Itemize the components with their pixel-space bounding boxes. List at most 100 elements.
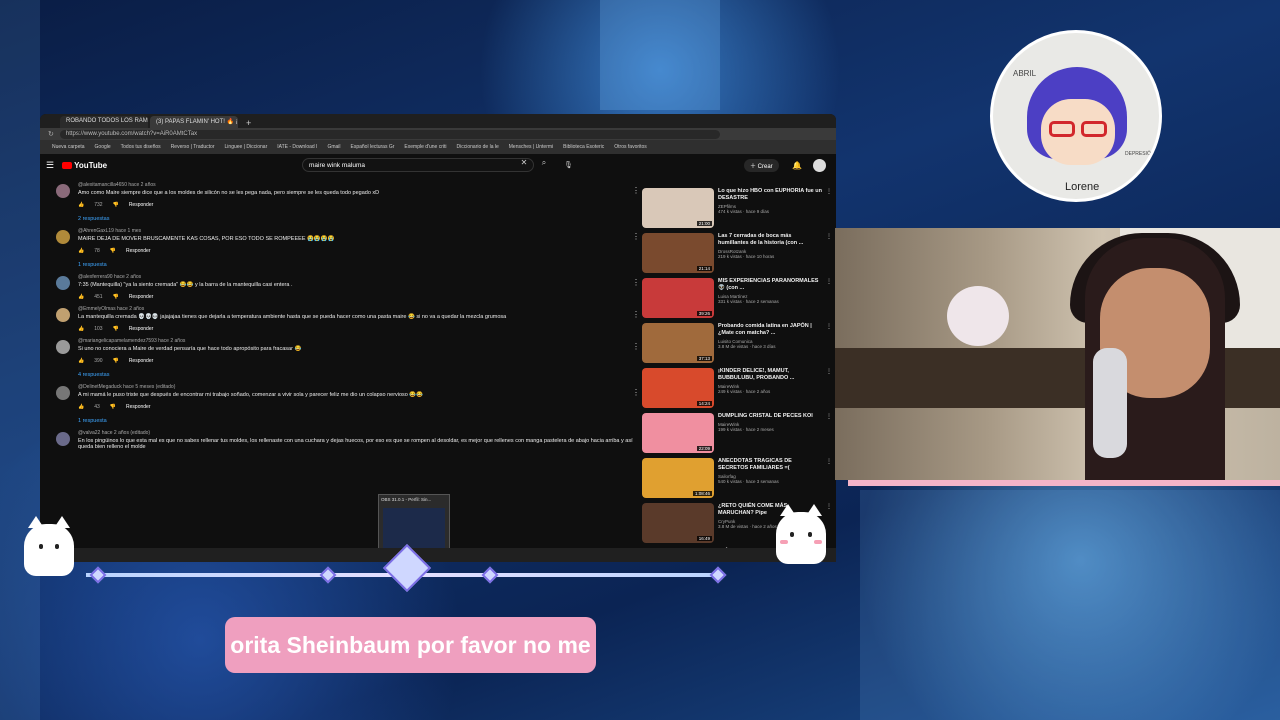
account-avatar[interactable] — [813, 158, 826, 172]
clear-search-icon[interactable]: ✕ — [516, 158, 532, 172]
cat-blush — [780, 540, 788, 544]
video-thumbnail[interactable]: 37:13 — [642, 323, 714, 363]
obs-preview-popup[interactable]: OBS 31.0.1 - Perfil: Sin... — [378, 494, 450, 552]
notifications-icon[interactable]: 🔔 — [792, 161, 802, 170]
like-icon[interactable]: 👍 — [78, 248, 84, 254]
replies-toggle[interactable]: 2 respuestas — [78, 216, 640, 222]
more-options-icon[interactable]: ⋮ — [826, 368, 832, 411]
commenter-avatar[interactable] — [56, 432, 70, 446]
more-options-icon[interactable]: ⋮ — [632, 186, 640, 195]
more-options-icon[interactable]: ⋮ — [826, 188, 832, 231]
search-icon[interactable]: ⌕ — [536, 158, 552, 172]
bookmark[interactable]: Linguee | Diccionar — [225, 144, 268, 150]
subtitle-caption: orita Sheinbaum por favor no me — [225, 617, 596, 673]
youtube-logo[interactable]: YouTube — [62, 161, 107, 170]
bookmark[interactable]: Biblioteca Esoteric — [563, 144, 604, 150]
like-icon[interactable]: 👍 — [78, 404, 84, 410]
reply-button[interactable]: Responder — [126, 404, 150, 410]
related-video[interactable]: 1:08:46 ANECDOTAS TRAGICAS DE SECRETOS FA… — [642, 458, 832, 501]
bookmark[interactable]: IATE - Download I — [277, 144, 317, 150]
video-meta: 474 k vistas · hace 9 días — [718, 209, 770, 214]
video-thumbnail[interactable]: 22:09 — [642, 413, 714, 453]
cat-ear — [28, 516, 44, 528]
search-input[interactable]: maire wink maluma — [302, 158, 534, 172]
bookmark[interactable]: Mensches | Untermi — [509, 144, 553, 150]
chat-ornament — [86, 543, 727, 593]
video-title[interactable]: DUMPLING CRISTAL DE PECES KOI — [718, 413, 822, 420]
mic-icon[interactable]: 🎙 — [564, 161, 573, 169]
bookmark[interactable]: Español lecturas Gr — [351, 144, 395, 150]
dislike-icon[interactable]: 👎 — [110, 248, 116, 254]
commenter-avatar[interactable] — [56, 340, 70, 354]
replies-toggle[interactable]: 4 respuestas — [78, 372, 640, 378]
related-video[interactable]: 37:13 Probando comida latina en JAPÓN | ¿… — [642, 323, 832, 366]
more-options-icon[interactable]: ⋮ — [826, 503, 832, 546]
video-title[interactable]: Lo que hizo HBO con EUPHORIA fue un DESA… — [718, 188, 822, 202]
dislike-icon[interactable]: 👎 — [113, 202, 119, 208]
browser-tab[interactable]: ROBANDO TODOS LOS RAM — [60, 116, 148, 128]
more-options-icon[interactable]: ⋮ — [826, 233, 832, 276]
video-thumbnail[interactable]: 21:00 — [642, 188, 714, 228]
browser-tab-active[interactable]: (3) PAPAS FLAMIN' HOT! 🔥 ¡CH — [150, 116, 238, 128]
reply-button[interactable]: Responder — [129, 202, 153, 208]
commenter-avatar[interactable] — [56, 184, 70, 198]
bookmark[interactable]: Diccionario de la le — [457, 144, 499, 150]
video-title[interactable]: Probando comida latina en JAPÓN | ¿Mate … — [718, 323, 822, 337]
related-video[interactable]: 21:14 Las 7 cerradas de boca más humillan… — [642, 233, 832, 276]
url-field[interactable]: https://www.youtube.com/watch?v=AiR0AMtC… — [59, 129, 720, 139]
related-video[interactable]: 21:00 Lo que hizo HBO con EUPHORIA fue un… — [642, 188, 832, 231]
related-video[interactable]: 22:09 DUMPLING CRISTAL DE PECES KOI MaireW… — [642, 413, 832, 456]
more-options-icon[interactable]: ⋮ — [632, 388, 640, 397]
video-title[interactable]: ANECDOTAS TRAGICAS DE SECRETOS FAMILIARE… — [718, 458, 822, 472]
more-options-icon[interactable]: ⋮ — [632, 310, 640, 319]
video-thumbnail[interactable]: 21:14 — [642, 233, 714, 273]
more-options-icon[interactable]: ⋮ — [632, 342, 640, 351]
commenter-avatar[interactable] — [56, 276, 70, 290]
video-title[interactable]: ¡KINDER DELICE!, MAMUT, BUBBULUBU, PROBA… — [718, 368, 822, 382]
video-title[interactable]: Las 7 cerradas de boca más humillantes d… — [718, 233, 822, 247]
replies-toggle[interactable]: 1 respuesta — [78, 418, 640, 424]
dislike-icon[interactable]: 👎 — [113, 294, 119, 300]
reply-button[interactable]: Responder — [129, 326, 153, 332]
reply-button[interactable]: Responder — [129, 358, 153, 364]
video-thumbnail[interactable]: 16:49 — [642, 503, 714, 543]
bookmark[interactable]: Todos tus diseños — [121, 144, 161, 150]
dislike-icon[interactable]: 👎 — [113, 358, 119, 364]
dislike-icon[interactable]: 👎 — [113, 326, 119, 332]
new-tab-button[interactable]: + — [240, 118, 257, 128]
bookmark[interactable]: Reverso | Traductor — [171, 144, 215, 150]
commenter-avatar[interactable] — [56, 308, 70, 322]
related-video[interactable]: 14:24 ¡KINDER DELICE!, MAMUT, BUBBULUBU, … — [642, 368, 832, 411]
more-options-icon[interactable]: ⋮ — [632, 232, 640, 241]
like-icon[interactable]: 👍 — [78, 326, 84, 332]
reply-button[interactable]: Responder — [129, 294, 153, 300]
more-options-icon[interactable]: ⋮ — [826, 323, 832, 366]
bookmark[interactable]: Otros favoritos — [614, 144, 647, 150]
like-icon[interactable]: 👍 — [78, 294, 84, 300]
menu-icon[interactable]: ☰ — [46, 160, 54, 171]
create-label: Crear — [757, 163, 773, 170]
replies-toggle[interactable]: 1 respuesta — [78, 262, 640, 268]
like-icon[interactable]: 👍 — [78, 358, 84, 364]
like-icon[interactable]: 👍 — [78, 202, 84, 208]
bookmark[interactable]: Nueva carpeta — [52, 144, 85, 150]
video-thumbnail[interactable]: 39:26 — [642, 278, 714, 318]
bookmark[interactable]: Gmail — [327, 144, 340, 150]
related-video[interactable]: 39:26 MIS EXPERIENCIAS PARANORMALES 👽 (co… — [642, 278, 832, 321]
more-options-icon[interactable]: ⋮ — [826, 278, 832, 321]
microphone-icon — [1093, 348, 1127, 458]
bookmark[interactable]: Exemple d'une criti — [404, 144, 446, 150]
commenter-avatar[interactable] — [56, 230, 70, 244]
create-button[interactable]: ＋ Crear — [744, 158, 779, 172]
video-thumbnail[interactable]: 14:24 — [642, 368, 714, 408]
more-options-icon[interactable]: ⋮ — [632, 278, 640, 287]
video-thumbnail[interactable]: 1:08:46 — [642, 458, 714, 498]
reply-button[interactable]: Responder — [126, 248, 150, 254]
more-options-icon[interactable]: ⋮ — [826, 458, 832, 501]
commenter-avatar[interactable] — [56, 386, 70, 400]
dislike-icon[interactable]: 👎 — [110, 404, 116, 410]
bookmark[interactable]: Google — [95, 144, 111, 150]
more-options-icon[interactable]: ⋮ — [826, 413, 832, 456]
video-title[interactable]: MIS EXPERIENCIAS PARANORMALES 👽 (con ... — [718, 278, 822, 292]
reload-icon[interactable]: ↻ — [48, 130, 54, 138]
